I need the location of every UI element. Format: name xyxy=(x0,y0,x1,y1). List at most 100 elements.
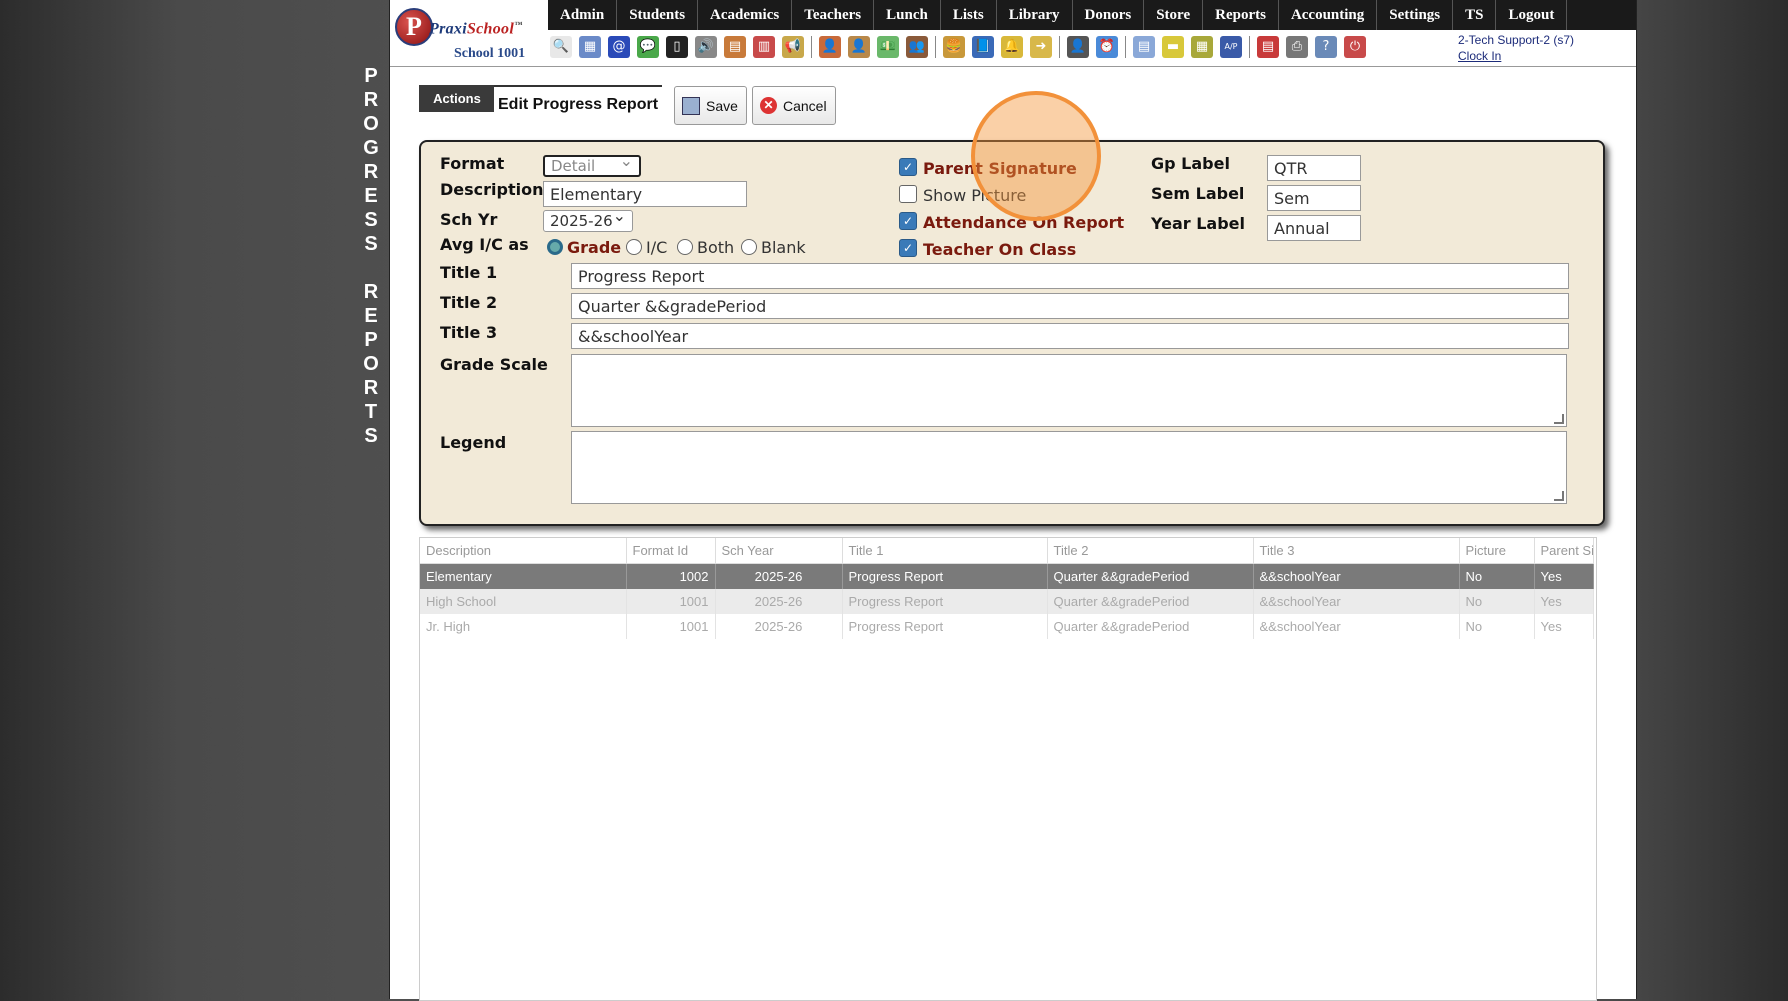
nav-accounting[interactable]: Accounting xyxy=(1279,0,1378,30)
power-icon[interactable]: ⏻ xyxy=(1344,36,1366,58)
nav-library[interactable]: Library xyxy=(997,0,1073,30)
actions-button[interactable]: Actions xyxy=(419,85,495,112)
nav-ts[interactable]: TS xyxy=(1453,0,1497,30)
main-page: P PraxiSchool™ School 1001 Admin Students… xyxy=(389,0,1637,1001)
phone-icon[interactable]: ▯ xyxy=(666,36,688,58)
column-header[interactable]: Sch Year xyxy=(715,538,843,564)
card-icon[interactable]: ▬ xyxy=(1162,36,1184,58)
cell-title2: Quarter &&gradePeriod xyxy=(1047,589,1254,614)
table-row[interactable]: Elementary 1002 2025-26 Progress Report Quar… xyxy=(420,563,1594,589)
toolbar-separator xyxy=(1059,36,1060,58)
teacher-icon[interactable]: 👤 xyxy=(819,36,841,58)
cash-register-icon[interactable]: ▦ xyxy=(1191,36,1213,58)
cell-description: High School xyxy=(420,589,627,614)
clock-in-link[interactable]: Clock In xyxy=(1458,48,1574,64)
checkbox-show-picture[interactable] xyxy=(899,185,917,203)
cell-description: Elementary xyxy=(420,563,627,589)
description-field[interactable]: Elementary xyxy=(543,181,747,207)
column-header[interactable]: Title 3 xyxy=(1253,538,1460,564)
sidebar-vertical-title: PROGRESS REPORTS xyxy=(354,64,388,448)
grid-icon[interactable]: ▤ xyxy=(724,36,746,58)
checkbox-teacher-on-class[interactable]: ✓ xyxy=(899,239,917,257)
megaphone-icon[interactable]: 📢 xyxy=(782,36,804,58)
cancel-button[interactable]: ✕ Cancel xyxy=(752,86,836,125)
nav-academics[interactable]: Academics xyxy=(698,0,793,30)
email-icon[interactable]: @ xyxy=(608,36,630,58)
checkbox-parent-signature[interactable]: ✓ xyxy=(899,158,917,176)
year-label-field[interactable]: Annual xyxy=(1267,215,1361,241)
avg-radio-ic[interactable] xyxy=(626,239,642,255)
user-info: 2-Tech Support-2 (s7) Clock In xyxy=(1458,32,1574,64)
column-header[interactable]: Picture xyxy=(1459,538,1535,564)
avg-radio-both[interactable] xyxy=(677,239,693,255)
cell-format-id: 1001 xyxy=(626,614,716,639)
sidebar-letter: R xyxy=(363,281,379,303)
nav-store[interactable]: Store xyxy=(1144,0,1204,30)
table-row[interactable]: Jr. High 1001 2025-26 Progress Report Quarte… xyxy=(420,614,1594,639)
student-icon[interactable]: 👤 xyxy=(848,36,870,58)
avg-radio-grade[interactable] xyxy=(547,239,563,255)
book-icon[interactable]: 📘 xyxy=(972,36,994,58)
sidebar-letter: S xyxy=(364,233,378,255)
format-select[interactable]: Detail xyxy=(543,155,641,177)
icon-toolbar: 🔍 ▦ @ 💬 ▯ 🔊 ▤ ▥ 📢 👤 👤 💵 👥 🍔 📘 🔔 ➜ 👤 ⏰ ▤ ▬ ▦ A/P ▤ ⎙? ⏻ xyxy=(550,34,1373,60)
sidebar-letter: G xyxy=(363,137,379,159)
calendar-icon[interactable]: ▥ xyxy=(753,36,775,58)
nav-admin[interactable]: Admin xyxy=(548,0,618,30)
gp-label-field[interactable]: QTR xyxy=(1267,155,1361,181)
column-header[interactable]: Format Id xyxy=(626,538,716,564)
bell-icon[interactable]: 🔔 xyxy=(1001,36,1023,58)
grade-scale-textarea[interactable] xyxy=(571,354,1567,427)
legend-textarea[interactable] xyxy=(571,431,1567,504)
title2-field[interactable]: Quarter &&gradePeriod xyxy=(571,293,1569,319)
nav-reports[interactable]: Reports xyxy=(1203,0,1279,30)
nav-students[interactable]: Students xyxy=(617,0,699,30)
column-header[interactable]: Parent Sig xyxy=(1534,538,1594,564)
cell-title3: &&schoolYear xyxy=(1253,614,1460,639)
toolbar-separator xyxy=(1249,36,1250,58)
nav-teachers[interactable]: Teachers xyxy=(792,0,875,30)
column-header[interactable]: Title 2 xyxy=(1047,538,1254,564)
logo-mark: P xyxy=(395,8,433,46)
header: P PraxiSchool™ School 1001 Admin Students… xyxy=(390,0,1636,67)
praxischool-logo[interactable]: P PraxiSchool™ School 1001 xyxy=(393,4,544,62)
sch-yr-select[interactable]: 2025-26 xyxy=(543,210,633,232)
cell-title3: &&schoolYear xyxy=(1253,589,1460,614)
cell-picture: No xyxy=(1459,563,1535,589)
sem-label: Sem Label xyxy=(1151,184,1245,203)
table-row[interactable]: High School 1001 2025-26 Progress Report Qua… xyxy=(420,589,1594,614)
nav-settings[interactable]: Settings xyxy=(1377,0,1454,30)
nav-donors[interactable]: Donors xyxy=(1073,0,1145,30)
avg-radio-label: Blank xyxy=(761,238,806,257)
avg-radio-blank[interactable] xyxy=(741,239,757,255)
column-header[interactable]: Title 1 xyxy=(842,538,1048,564)
sem-label-field[interactable]: Sem xyxy=(1267,185,1361,211)
column-header[interactable]: Description xyxy=(420,538,627,564)
checkbox-attendance-on-report[interactable]: ✓ xyxy=(899,212,917,230)
save-button[interactable]: Save xyxy=(674,86,747,125)
search-icon[interactable]: 🔍 xyxy=(550,36,572,58)
title3-field[interactable]: &&schoolYear xyxy=(571,323,1569,349)
nav-lists[interactable]: Lists xyxy=(941,0,997,30)
help-icon[interactable]: ? xyxy=(1315,36,1337,58)
printer-icon[interactable]: ⎙ xyxy=(1286,36,1308,58)
title1-field[interactable]: Progress Report xyxy=(571,263,1569,289)
clock-icon[interactable]: ⏰ xyxy=(1096,36,1118,58)
nav-lunch[interactable]: Lunch xyxy=(874,0,941,30)
chat-icon[interactable]: 💬 xyxy=(637,36,659,58)
pdf-icon[interactable]: ▤ xyxy=(1257,36,1279,58)
edit-form-panel: Format Detail Description Elementary Sch… xyxy=(419,140,1605,526)
money-icon[interactable]: 💵 xyxy=(877,36,899,58)
avg-ic-label: Avg I/C as xyxy=(440,235,529,254)
calendar-grid-icon[interactable]: ▦ xyxy=(579,36,601,58)
nav-logout[interactable]: Logout xyxy=(1496,0,1568,30)
ap-icon[interactable]: A/P xyxy=(1220,36,1242,58)
group-icon[interactable]: 👥 xyxy=(906,36,928,58)
report-icon[interactable]: ▤ xyxy=(1133,36,1155,58)
speaker-icon[interactable]: 🔊 xyxy=(695,36,717,58)
cell-title2: Quarter &&gradePeriod xyxy=(1047,563,1254,589)
burger-icon[interactable]: 🍔 xyxy=(943,36,965,58)
staff-icon[interactable]: 👤 xyxy=(1067,36,1089,58)
export-icon[interactable]: ➜ xyxy=(1030,36,1052,58)
cell-title1: Progress Report xyxy=(842,589,1048,614)
